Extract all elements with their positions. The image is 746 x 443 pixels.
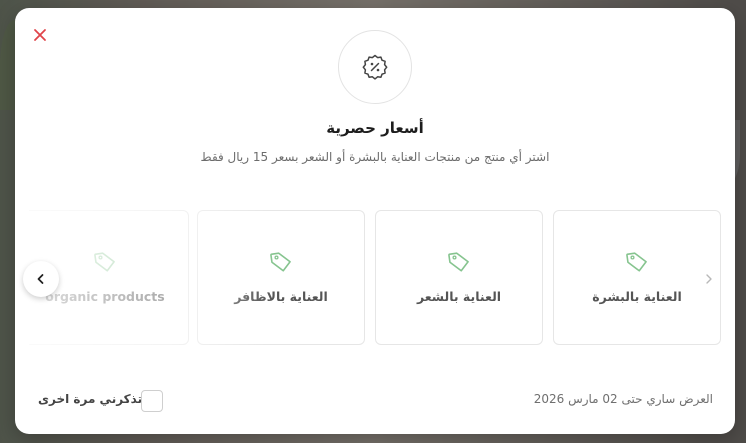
category-label: العناية بالاظافر [234, 289, 328, 304]
category-label: العناية بالشعر [416, 289, 502, 304]
tag-icon [94, 252, 115, 272]
offer-modal: أسعار حصرية اشتر أي منتج من منتجات العنا… [15, 8, 735, 434]
category-card-skin-care[interactable]: العناية بالبشرة [553, 210, 721, 345]
close-button[interactable] [29, 24, 51, 46]
dont-remind-checkbox[interactable] [141, 390, 163, 412]
modal-subtitle: اشتر أي منتج من منتجات العناية بالبشرة أ… [200, 150, 550, 164]
tag-icon [270, 252, 291, 272]
carousel-next-button[interactable] [701, 270, 717, 288]
chevron-right-icon [706, 274, 712, 284]
dont-remind-label: لا تذكرني مرة اخرى [38, 392, 156, 406]
category-label: العناية بالبشرة [592, 289, 682, 304]
close-icon [34, 29, 46, 41]
category-carousel: العناية بالبشرة العناية بالشعر العناية ب… [29, 210, 721, 345]
carousel-prev-button[interactable] [23, 261, 59, 297]
category-card-nail-care[interactable]: العناية بالاظافر [197, 210, 365, 345]
category-card-hair-care[interactable]: العناية بالشعر [375, 210, 543, 345]
modal-title: أسعار حصرية [326, 119, 424, 137]
discount-badge [338, 30, 412, 104]
tag-icon [448, 252, 469, 272]
tag-icon [626, 252, 647, 272]
chevron-left-icon [37, 274, 44, 284]
offer-validity-text: العرض ساري حتى 02 مارس 2026 [533, 392, 713, 406]
discount-badge-icon [362, 54, 388, 80]
